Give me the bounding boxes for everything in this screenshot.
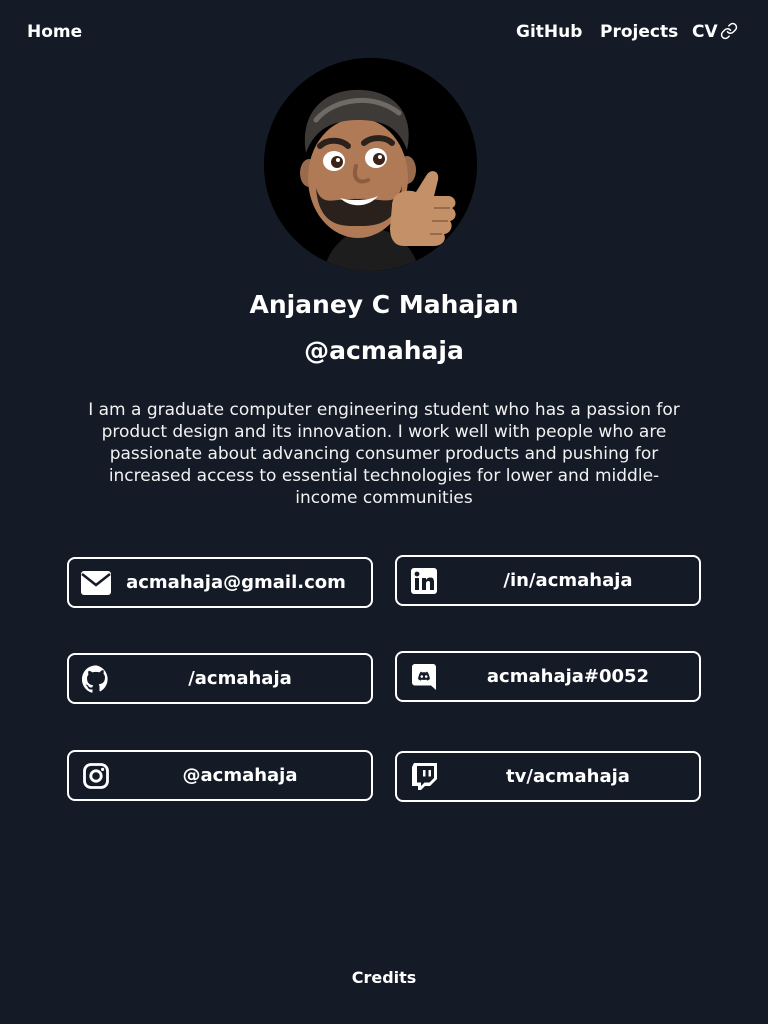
email-button[interactable]: acmahaja@gmail.com bbox=[67, 557, 373, 608]
twitch-icon bbox=[409, 762, 439, 792]
envelope-icon bbox=[81, 568, 111, 598]
discord-label: acmahaja#0052 bbox=[486, 666, 650, 687]
instagram-label: @acmahaja bbox=[182, 765, 298, 786]
profile-avatar bbox=[264, 58, 477, 271]
profile-name: Anjaney C Mahajan bbox=[249, 290, 519, 319]
github-label: /acmahaja bbox=[188, 668, 292, 689]
twitch-button[interactable]: tv/acmahaja bbox=[395, 751, 701, 802]
credits-link[interactable]: Credits bbox=[0, 968, 768, 987]
profile-bio: I am a graduate computer engineering stu… bbox=[88, 400, 680, 508]
nav-github-link[interactable]: GitHub bbox=[516, 22, 582, 42]
nav-cv-label: CV bbox=[692, 22, 718, 42]
github-icon bbox=[81, 664, 111, 694]
discord-icon bbox=[409, 662, 439, 692]
twitch-label: tv/acmahaja bbox=[506, 766, 630, 787]
email-label: acmahaja@gmail.com bbox=[126, 572, 346, 593]
instagram-button[interactable]: @acmahaja bbox=[67, 750, 373, 801]
nav-home-link[interactable]: Home bbox=[27, 22, 82, 42]
linkedin-label: /in/acmahaja bbox=[503, 570, 633, 591]
instagram-icon bbox=[81, 761, 111, 791]
nav-cv-link[interactable]: CV bbox=[692, 22, 738, 42]
discord-button[interactable]: acmahaja#0052 bbox=[395, 651, 701, 702]
linkedin-icon bbox=[409, 566, 439, 596]
linkedin-button[interactable]: /in/acmahaja bbox=[395, 555, 701, 606]
memoji-thumbs-up-avatar bbox=[264, 58, 477, 271]
link-icon bbox=[720, 22, 737, 40]
nav-projects-link[interactable]: Projects bbox=[600, 22, 678, 42]
github-button[interactable]: /acmahaja bbox=[67, 653, 373, 704]
profile-handle: @acmahaja bbox=[304, 336, 464, 365]
